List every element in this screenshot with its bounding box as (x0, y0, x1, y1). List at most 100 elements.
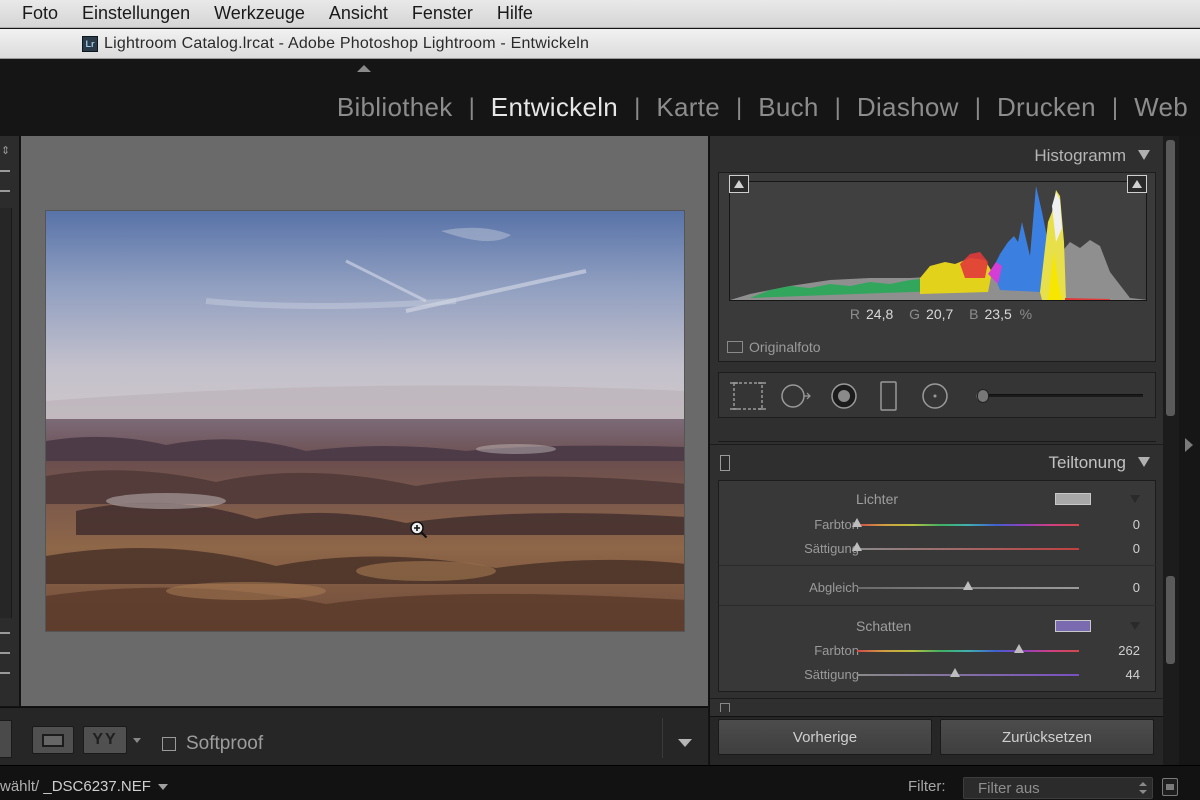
previous-button[interactable]: Vorherige (718, 719, 932, 755)
highlights-saturation-thumb[interactable] (852, 542, 862, 551)
highlights-picker-arrow-icon[interactable] (1130, 495, 1140, 503)
reset-button[interactable]: Zurücksetzen (940, 719, 1154, 755)
highlights-color-swatch[interactable] (1055, 493, 1091, 505)
module-buch[interactable]: Buch (758, 92, 818, 123)
next-panel-switch[interactable] (720, 703, 730, 712)
histogram-collapse-icon[interactable] (1138, 150, 1150, 160)
row-separator (719, 605, 1157, 606)
row-separator (719, 565, 1157, 566)
radial-filter-icon[interactable] (922, 383, 948, 409)
left-panel-toggle-button[interactable] (0, 720, 12, 758)
updown-arrows-icon (1139, 782, 1147, 794)
tool-icons (730, 381, 979, 411)
module-drucken[interactable]: Drucken (997, 92, 1096, 123)
right-panel-scrollbar[interactable] (1163, 136, 1179, 765)
menu-foto[interactable]: Foto (22, 3, 58, 24)
histogram-graph[interactable] (729, 181, 1147, 301)
source-path[interactable]: wählt/ _DSC6237.NEF (0, 778, 151, 795)
graduated-filter-icon[interactable] (880, 381, 897, 411)
shadows-saturation-slider[interactable] (857, 668, 1079, 677)
module-diashow[interactable]: Diashow (857, 92, 959, 123)
split-toning-panel: Lichter Farbton 0 Sättigung 0 Abgleich 0 (718, 480, 1157, 692)
menu-einstellungen[interactable]: Einstellungen (82, 3, 190, 24)
left-panel-updown-icon: ⇕ (1, 145, 11, 157)
shadows-saturation-value[interactable]: 44 (1100, 667, 1140, 682)
highlights-saturation-slider[interactable] (852, 542, 1079, 551)
b-label: B (969, 306, 979, 322)
module-web[interactable]: Web (1134, 92, 1188, 123)
shadows-color-swatch[interactable] (1055, 620, 1091, 632)
right-panel-scrollbar-thumb-top[interactable] (1166, 140, 1175, 416)
highlights-hue-slider[interactable] (852, 518, 1079, 527)
lightroom-window: Foto Einstellungen Werkzeuge Ansicht Fen… (0, 0, 1200, 800)
highlights-hue-thumb[interactable] (852, 518, 862, 527)
toolbar-options-dropdown-icon[interactable] (678, 739, 692, 747)
collapse-top-panel-arrow-icon[interactable] (357, 65, 371, 72)
shadows-picker-arrow-icon[interactable] (1130, 622, 1140, 630)
adjustment-brush-slider[interactable] (977, 389, 1143, 403)
loupe-view-icon (42, 734, 64, 747)
softproof-label: Softproof (186, 733, 264, 754)
next-panel-header-partial[interactable] (710, 698, 1164, 712)
menu-werkzeuge[interactable]: Werkzeuge (214, 3, 305, 24)
highlights-hue-value[interactable]: 0 (1100, 517, 1140, 532)
softproof-toggle[interactable]: Softproof (162, 733, 263, 755)
module-bibliothek[interactable]: Bibliothek (337, 92, 453, 123)
toolbar-divider (662, 718, 663, 758)
expand-right-panel-arrow-icon[interactable] (1185, 438, 1193, 452)
split-toning-title: Teiltonung (1048, 453, 1126, 472)
filmstrip-bar: wählt/ _DSC6237.NEF Filter: Filter aus (0, 765, 1200, 800)
shadow-clipping-button[interactable] (729, 175, 749, 193)
menu-ansicht[interactable]: Ansicht (329, 3, 388, 24)
left-panel-tick (0, 672, 10, 674)
image-toolbar: YY Softproof (0, 707, 708, 765)
module-separator: | (735, 93, 743, 121)
module-list: Bibliothek | Entwickeln | Karte | Buch |… (337, 92, 1188, 123)
original-photo-toggle[interactable]: Originalfoto (727, 339, 821, 355)
shadows-hue-thumb[interactable] (1013, 644, 1024, 653)
split-toning-header[interactable]: Teiltonung (710, 444, 1164, 478)
highlights-saturation-value[interactable]: 0 (1100, 541, 1140, 556)
balance-thumb[interactable] (963, 581, 973, 590)
split-toning-collapse-icon[interactable] (1138, 457, 1150, 467)
left-panel-edge[interactable]: ⇕ (0, 136, 20, 706)
adjustment-brush-slider-knob[interactable] (977, 389, 989, 403)
source-path-dropdown-icon[interactable] (158, 784, 168, 790)
shadows-saturation-label: Sättigung (804, 667, 859, 682)
develop-tool-strip (718, 372, 1156, 418)
softproof-checkbox[interactable] (162, 737, 176, 751)
red-eye-icon[interactable] (831, 383, 857, 409)
shadows-hue-value[interactable]: 262 (1100, 643, 1140, 658)
right-panel-edge[interactable] (1179, 136, 1200, 765)
filter-lock-icon[interactable] (1162, 778, 1178, 796)
balance-slider[interactable] (857, 581, 1079, 590)
left-panel-tick (0, 170, 10, 172)
shadows-saturation-thumb[interactable] (949, 668, 960, 677)
shadows-hue-slider[interactable] (857, 644, 1079, 653)
shadows-hue-label: Farbton (814, 643, 859, 658)
image-canvas[interactable] (21, 136, 708, 706)
highlight-clipping-button[interactable] (1127, 175, 1147, 193)
module-entwickeln[interactable]: Entwickeln (491, 92, 618, 123)
split-toning-enable-switch[interactable] (720, 455, 730, 471)
histogram-panel: R 24,8 G 20,7 B 23,5 % Originalfoto (718, 172, 1156, 362)
loupe-view-button[interactable] (32, 726, 74, 754)
crop-overlay-icon[interactable] (730, 382, 766, 410)
histogram-header[interactable]: Histogramm (710, 136, 1164, 172)
lightroom-app-icon: Lr (82, 36, 98, 52)
menu-hilfe[interactable]: Hilfe (497, 3, 533, 24)
spot-removal-icon[interactable] (781, 384, 811, 408)
right-panel-scrollbar-thumb[interactable] (1166, 576, 1175, 664)
menu-fenster[interactable]: Fenster (412, 3, 473, 24)
g-value: 20,7 (926, 306, 954, 322)
balance-value[interactable]: 0 (1100, 580, 1140, 595)
module-karte[interactable]: Karte (656, 92, 720, 123)
filter-select[interactable]: Filter aus (963, 777, 1153, 799)
before-after-dropdown-icon[interactable] (133, 738, 141, 743)
collapsed-panel-header-partial[interactable] (718, 426, 1156, 442)
landscape-photo[interactable] (45, 210, 685, 632)
highlights-title: Lichter (856, 491, 899, 507)
balance-label: Abgleich (809, 580, 859, 595)
before-after-view-button[interactable]: YY (83, 726, 127, 754)
original-photo-checkbox[interactable] (727, 341, 743, 353)
